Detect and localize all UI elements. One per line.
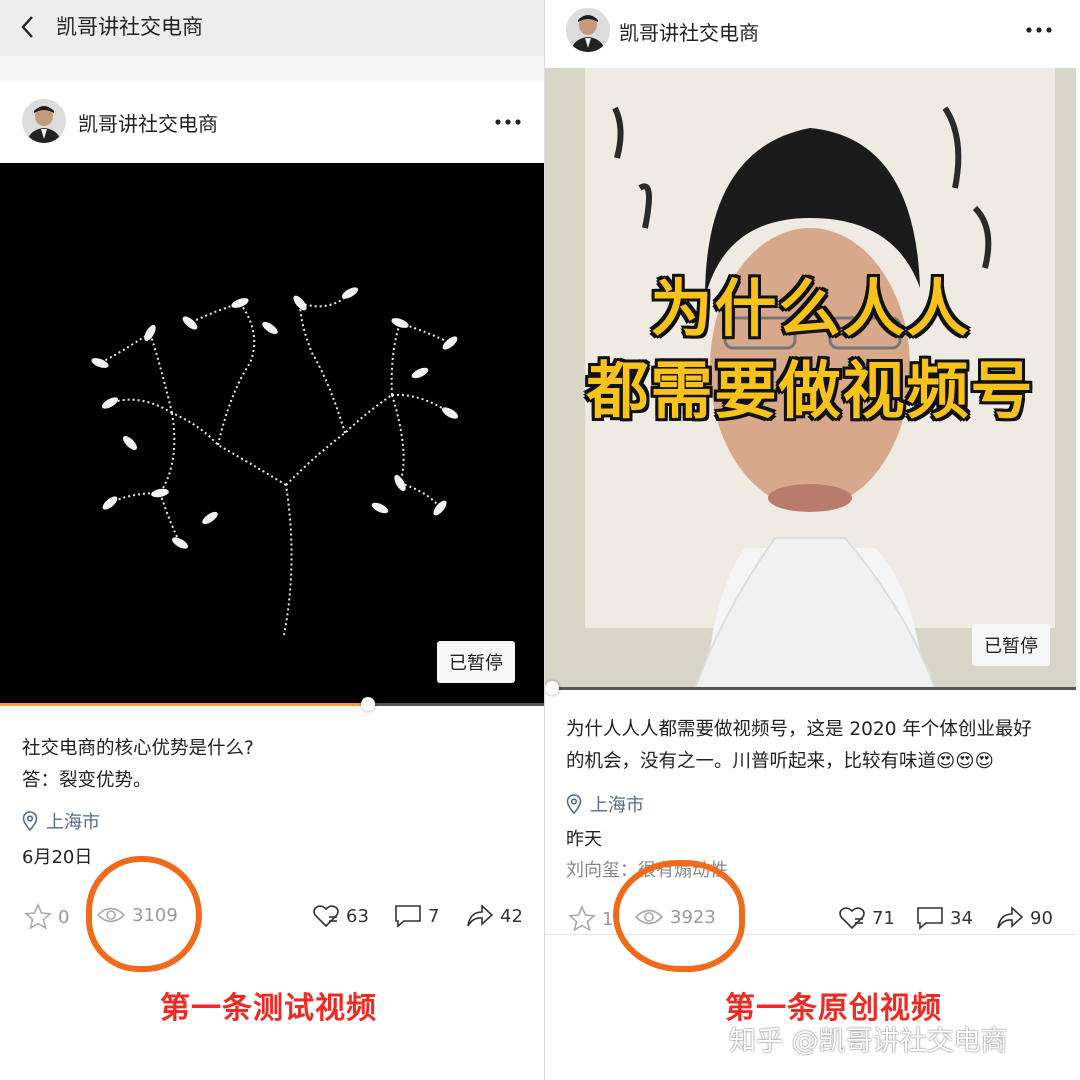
comment-count: 7 [428,905,440,927]
share-button[interactable]: 42 [466,904,523,928]
separator [0,56,544,82]
right-screenshot: 凯哥讲社交电商 为什么人人 都需要做视频号 已暂停 为什人人人都需要做视频号，这… [545,0,1080,1080]
annotation-label: 第一条测试视频 [160,991,377,1026]
post-header: 凯哥讲社交电商 [545,0,1080,70]
comment-icon [917,907,943,930]
favorite-button[interactable]: 1 [568,905,613,933]
video-title-overlay: 为什么人人 [650,272,971,345]
comment-icon [395,905,421,928]
watermark: 知乎 @凯哥讲社交电商 [729,1026,1008,1057]
video-title-overlay: 都需要做视频号 [586,354,1035,427]
video-player[interactable]: 已暂停 [0,163,544,705]
location-pin-icon [22,811,38,831]
page-title: 凯哥讲社交电商 [56,15,203,39]
heart-icon [839,907,865,930]
caption-line: 答：裂变优势。 [22,770,152,791]
location-pin-icon [566,794,582,814]
more-options-icon[interactable] [1025,26,1053,34]
like-count: 63 [346,905,369,927]
post-date: 昨天 [566,829,602,850]
caption-line: 为什人人人都需要做视频号，这是 2020 年个体创业最好 [566,719,1032,740]
favorite-count: 1 [602,908,614,930]
video-player[interactable]: 为什么人人 都需要做视频号 已暂停 [545,68,1076,688]
more-options-icon[interactable] [494,118,522,126]
share-count: 90 [1030,907,1053,929]
star-icon [24,903,52,930]
post-caption: 社交电商的核心优势是什么? 答：裂变优势。 [22,733,254,797]
star-icon [568,905,596,932]
avatar[interactable] [22,99,66,143]
heart-icon [313,905,339,928]
progress-knob[interactable] [361,697,375,711]
hand-drawn-circle [613,860,745,972]
location-label: 上海市 [590,795,644,816]
post-header: 凯哥讲社交电商 [0,86,544,156]
top-nav-bar: 凯哥讲社交电商 [0,0,544,56]
share-arrow-icon [997,906,1024,929]
progress-knob[interactable] [545,681,559,695]
avatar-image-icon [566,8,610,52]
favorite-count: 0 [58,906,70,928]
hand-drawn-circle [86,856,202,972]
paused-badge: 已暂停 [972,624,1050,666]
paused-badge: 已暂停 [437,641,515,683]
like-button[interactable]: 71 [838,906,895,930]
share-button[interactable]: 90 [996,906,1053,930]
like-count: 71 [872,907,895,929]
back-arrow-icon[interactable] [18,13,38,41]
username[interactable]: 凯哥讲社交电商 [619,17,759,46]
username[interactable]: 凯哥讲社交电商 [78,108,218,137]
comment-count: 34 [950,907,973,929]
like-button[interactable]: 63 [312,904,369,928]
caption-line: 社交电商的核心优势是什么? [22,738,254,759]
left-screenshot: 凯哥讲社交电商 凯哥讲社交电商 已暂停 社交电商的核心优势是什么? 答：裂变优势… [0,0,544,1080]
location-label: 上海市 [46,812,100,833]
location-tag[interactable]: 上海市 [566,791,644,817]
comment-button[interactable]: 34 [916,906,973,930]
tree-animation-frame [91,287,459,636]
comment-button[interactable]: 7 [394,904,439,928]
avatar[interactable] [566,8,610,52]
share-count: 42 [500,905,523,927]
progress-fill [0,703,368,706]
location-tag[interactable]: 上海市 [22,808,100,834]
caption-line: 的机会，没有之一。川普听起来，比较有味道😍😍😍 [566,751,994,772]
post-date: 6月20日 [22,847,93,868]
favorite-button[interactable]: 0 [24,903,69,931]
share-arrow-icon [467,904,494,927]
avatar-image-icon [22,99,66,143]
progress-track[interactable] [545,687,1076,690]
post-caption: 为什人人人都需要做视频号，这是 2020 年个体创业最好 的机会，没有之一。川普… [566,714,1066,778]
